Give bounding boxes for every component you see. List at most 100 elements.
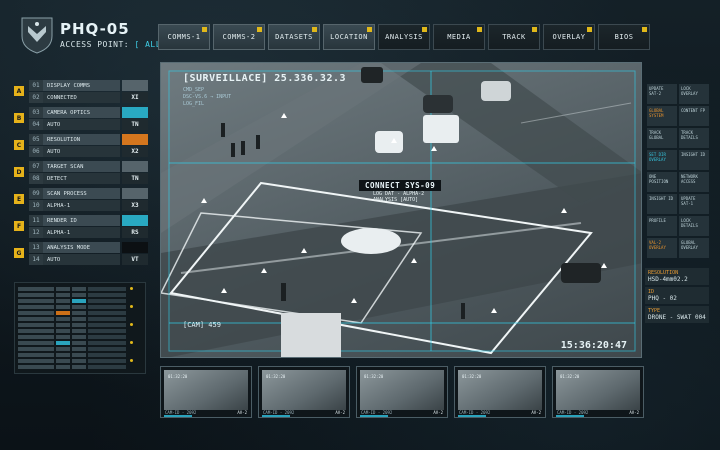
nav-tab-location[interactable]: LOCATION <box>323 24 375 50</box>
thumbnail-progress <box>556 415 584 417</box>
nav-tab-label: DATASETS <box>275 33 313 41</box>
camera-thumbnail[interactable]: 01:32:20 CAM-ID - 2092 AV-2 <box>552 366 644 418</box>
row-value-button[interactable]: XI <box>122 92 148 103</box>
status-dot <box>130 287 133 290</box>
row-label: DETECT <box>43 173 120 184</box>
right-control-button[interactable]: SET DIR OVERLAY <box>647 150 677 170</box>
target-callout[interactable]: CONNECT SYS-09 LOG DAT - ALPHA-2 ANALYSI… <box>359 180 442 203</box>
tab-indicator <box>422 27 427 32</box>
thumbnail-select[interactable]: AV-2 <box>629 410 639 415</box>
control-row[interactable]: 07 TARGET SCAN <box>29 161 148 172</box>
control-row[interactable]: 14 AUTO VT <box>29 254 148 265</box>
thumbnail-time: 01:32:20 <box>266 374 286 379</box>
control-row[interactable]: 05 RESOLUTION <box>29 134 148 145</box>
row-number: 12 <box>29 227 43 238</box>
nav-tab-label: LOCATION <box>330 33 368 41</box>
table-cell <box>56 286 70 291</box>
right-control-button[interactable]: LOCK OVERLAY <box>679 84 709 104</box>
surveillance-title: [SURVEILLACE] 25.336.32.3 <box>183 73 347 84</box>
table-cell <box>72 316 86 321</box>
control-row[interactable]: 04 AUTO TN <box>29 119 148 130</box>
nav-tab-label: ANALYSIS <box>385 33 423 41</box>
control-row[interactable]: 13 ANALYSIS MODE <box>29 242 148 253</box>
row-label: ALPHA-1 <box>43 200 120 211</box>
table-cell <box>18 316 54 321</box>
table-cell <box>18 352 54 357</box>
control-row[interactable]: 10 ALPHA-1 X3 <box>29 200 148 211</box>
thumbnail-select[interactable]: AV-2 <box>531 410 541 415</box>
right-control-button[interactable]: GLOBAL OVERLAY <box>679 238 709 258</box>
table-cell <box>56 364 70 369</box>
control-row[interactable]: 08 DETECT TN <box>29 173 148 184</box>
row-value-button[interactable]: X3 <box>122 200 148 211</box>
camera-thumbnail-image: 01:32:20 <box>262 370 346 410</box>
table-cell <box>88 286 126 291</box>
nav-tab-overlay[interactable]: OVERLAY <box>543 24 595 50</box>
tab-indicator <box>477 27 482 32</box>
right-control-button[interactable]: NETWORK ACCESS <box>679 172 709 192</box>
row-value-button[interactable] <box>122 242 148 253</box>
right-control-grid: UPDATE SAT-2 LOCK OVERLAY GLOBAL SYSTEM CON… <box>647 84 709 258</box>
right-control-button[interactable]: UPDATE SAT-2 <box>647 84 677 104</box>
row-value-button[interactable]: TN <box>122 173 148 184</box>
camera-thumbnail[interactable]: 01:32:20 CAM-ID - 2092 AV-2 <box>356 366 448 418</box>
right-control-button[interactable]: INSIGHT ID <box>679 150 709 170</box>
row-value-button[interactable]: RS <box>122 227 148 238</box>
table-cell <box>88 364 126 369</box>
row-value-button[interactable] <box>122 215 148 226</box>
right-control-button[interactable]: CONTENT FP <box>679 106 709 126</box>
right-control-button[interactable]: LOCK DETAILS <box>679 216 709 236</box>
top-nav: COMMS-1 COMMS-2 DATASETS LOCATION ANALYSIS ME… <box>158 24 650 50</box>
row-number: 05 <box>29 134 43 145</box>
table-cell <box>72 352 86 357</box>
row-value-button[interactable] <box>122 107 148 118</box>
right-control-button[interactable]: VAL-2 OVERLAY <box>647 238 677 258</box>
right-control-button[interactable]: INSIGHT ID <box>647 194 677 214</box>
row-value-button[interactable] <box>122 188 148 199</box>
control-row[interactable]: 01 DISPLAY COMMS <box>29 80 148 91</box>
table-cell <box>72 322 86 327</box>
nav-tab-datasets[interactable]: DATASETS <box>268 24 320 50</box>
camera-thumbnail[interactable]: 01:32:20 CAM-ID - 2092 AV-2 <box>258 366 350 418</box>
control-group-rows: 13 ANALYSIS MODE 14 AUTO VT <box>29 242 148 266</box>
control-row[interactable]: 06 AUTO X2 <box>29 146 148 157</box>
info-value: DRONE - SWAT 004 <box>648 314 706 321</box>
right-control-button[interactable]: PROFILE <box>647 216 677 236</box>
control-row[interactable]: 09 SCAN PROCESS <box>29 188 148 199</box>
control-row[interactable]: 03 CAMERA OPTICS <box>29 107 148 118</box>
nav-tab-comms-1[interactable]: COMMS-1 <box>158 24 210 50</box>
right-control-button[interactable]: TRACK GLOBAL <box>647 128 677 148</box>
table-row <box>18 328 142 333</box>
table-cell <box>72 286 86 291</box>
control-row[interactable]: 11 RENDER ID <box>29 215 148 226</box>
right-control-button[interactable]: ONE POSITION <box>647 172 677 192</box>
row-value-button[interactable] <box>122 80 148 91</box>
right-control-button[interactable]: TRACK DETAILS <box>679 128 709 148</box>
right-control-button[interactable]: GLOBAL SYSTEM <box>647 106 677 126</box>
surveillance-sub-info: CMD_SEP DSC-VS.6 → INPUT LOG_FIL <box>183 87 232 107</box>
row-label: TARGET SCAN <box>43 161 120 172</box>
row-value-button[interactable]: X2 <box>122 146 148 157</box>
table-cell <box>72 310 86 315</box>
surveillance-viewport[interactable]: [SURVEILLACE] 25.336.32.3 CMD_SEP DSC-VS… <box>160 62 642 358</box>
camera-thumbnail[interactable]: 01:32:20 CAM-ID - 2092 AV-2 <box>454 366 546 418</box>
nav-tab-track[interactable]: TRACK <box>488 24 540 50</box>
control-row[interactable]: 02 CONNECTED XI <box>29 92 148 103</box>
tab-indicator <box>642 27 647 32</box>
thumbnail-select[interactable]: AV-2 <box>433 410 443 415</box>
row-value-button[interactable] <box>122 134 148 145</box>
camera-thumbnails: 01:32:20 CAM-ID - 2092 AV-2 01:32:20 CAM-ID … <box>160 366 644 418</box>
thumbnail-select[interactable]: AV-2 <box>335 410 345 415</box>
nav-tab-media[interactable]: MEDIA <box>433 24 485 50</box>
thumbnail-select[interactable]: AV-2 <box>237 410 247 415</box>
control-row[interactable]: 12 ALPHA-1 RS <box>29 227 148 238</box>
camera-thumbnail[interactable]: 01:32:20 CAM-ID - 2092 AV-2 <box>160 366 252 418</box>
right-control-button[interactable]: UPDATE SAT-1 <box>679 194 709 214</box>
nav-tab-analysis[interactable]: ANALYSIS <box>378 24 430 50</box>
nav-tab-bios[interactable]: BIOS <box>598 24 650 50</box>
row-value-button[interactable]: TN <box>122 119 148 130</box>
target-title: CONNECT SYS-09 <box>359 180 442 191</box>
row-value-button[interactable] <box>122 161 148 172</box>
row-value-button[interactable]: VT <box>122 254 148 265</box>
nav-tab-comms-2[interactable]: COMMS-2 <box>213 24 265 50</box>
